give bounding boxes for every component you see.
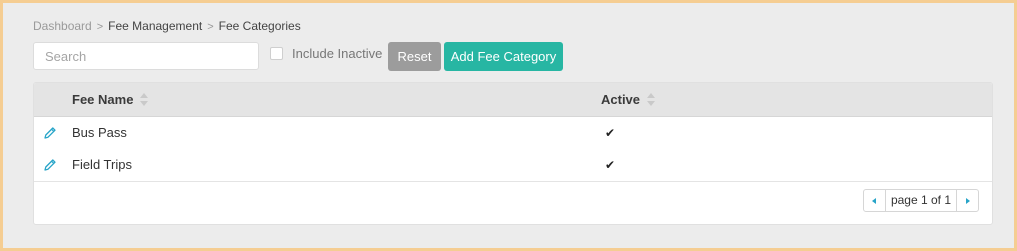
column-header-active[interactable]: Active xyxy=(601,83,656,116)
breadcrumb-separator: > xyxy=(96,21,104,33)
chevron-left-icon xyxy=(872,197,877,204)
breadcrumb: Dashboard > Fee Management > Fee Categories xyxy=(33,19,301,33)
sort-icon[interactable] xyxy=(647,93,656,106)
include-inactive-checkbox[interactable] xyxy=(270,47,283,60)
pencil-icon[interactable] xyxy=(43,126,57,140)
checkmark-icon: ✔ xyxy=(605,126,616,140)
breadcrumb-separator: > xyxy=(207,21,214,33)
previous-page-button[interactable] xyxy=(864,190,886,211)
checkmark-icon: ✔ xyxy=(605,158,616,172)
column-header-label: Active xyxy=(601,92,641,107)
search-input[interactable] xyxy=(33,42,259,70)
include-inactive-label: Include Inactive xyxy=(292,46,383,61)
fee-name-cell: Field Trips xyxy=(72,157,132,172)
reset-button[interactable]: Reset xyxy=(388,42,441,71)
fee-name-cell: Bus Pass xyxy=(72,125,127,140)
table-header: Fee Name Active xyxy=(34,83,992,117)
page-frame: Dashboard > Fee Management > Fee Categories … xyxy=(0,0,1017,251)
table-row: Bus Pass ✔ xyxy=(34,117,992,150)
column-header-fee-name[interactable]: Fee Name xyxy=(72,83,149,116)
add-fee-category-button[interactable]: Add Fee Category xyxy=(444,42,563,71)
chevron-right-icon xyxy=(965,197,970,204)
fee-categories-table: Fee Name Active Bus Pass ✔ Field Trips ✔… xyxy=(33,82,993,225)
breadcrumb-fee-categories: Fee Categories xyxy=(218,19,301,33)
sort-icon[interactable] xyxy=(140,93,149,106)
pagination: page 1 of 1 xyxy=(862,189,979,212)
table-row: Field Trips ✔ xyxy=(34,149,992,182)
pencil-icon[interactable] xyxy=(43,158,57,172)
breadcrumb-dashboard[interactable]: Dashboard xyxy=(33,19,92,33)
include-inactive-toggle[interactable]: Include Inactive xyxy=(270,46,382,61)
breadcrumb-fee-management[interactable]: Fee Management xyxy=(108,19,202,33)
column-header-label: Fee Name xyxy=(72,92,134,107)
page-indicator: page 1 of 1 xyxy=(890,193,951,207)
next-page-button[interactable] xyxy=(956,190,978,211)
